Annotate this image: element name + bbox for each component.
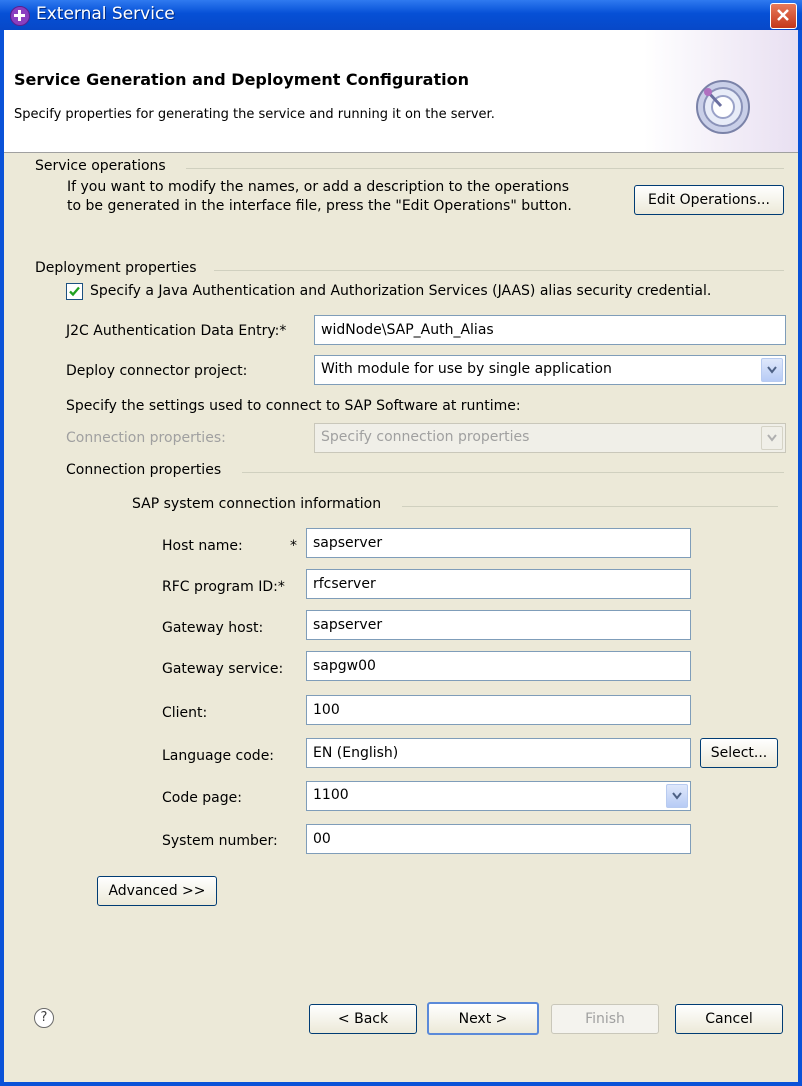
chevron-down-icon	[761, 426, 783, 450]
gateway-host-label: Gateway host:	[162, 620, 264, 636]
checkmark-icon	[69, 286, 80, 297]
j2c-authentication-input[interactable]	[314, 315, 786, 345]
required-marker: *	[279, 323, 287, 339]
code-page-select[interactable]: 1100	[306, 781, 691, 811]
language-code-input[interactable]	[306, 738, 691, 768]
connection-properties-select: Specify connection properties	[314, 423, 786, 453]
wizard-banner: Service Generation and Deployment Config…	[4, 30, 798, 153]
deployment-properties-group-label: Deployment properties	[35, 260, 197, 276]
gateway-service-label: Gateway service:	[162, 661, 284, 677]
system-number-input[interactable]	[306, 824, 691, 854]
finish-button: Finish	[551, 1004, 659, 1034]
code-page-label: Code page:	[162, 790, 242, 806]
connection-properties-group-label: Connection properties	[66, 462, 222, 478]
chevron-down-icon[interactable]	[666, 784, 688, 808]
jaas-checkbox[interactable]	[66, 283, 83, 300]
chevron-down-icon[interactable]	[761, 358, 783, 382]
service-operations-instruction-2: to be generated in the interface file, p…	[67, 198, 572, 214]
language-code-label: Language code:	[162, 748, 275, 764]
back-button[interactable]: < Back	[309, 1004, 417, 1034]
group-divider	[242, 472, 784, 473]
code-page-value: 1100	[313, 787, 349, 803]
required-marker: *	[277, 579, 285, 595]
app-icon	[10, 6, 30, 26]
service-operations-instruction-1: If you want to modify the names, or add …	[67, 179, 570, 195]
window-title: External Service	[36, 4, 175, 24]
connection-properties-value: Specify connection properties	[321, 429, 530, 445]
edit-operations-button[interactable]: Edit Operations...	[634, 185, 784, 215]
page-description: Specify properties for generating the se…	[14, 107, 495, 122]
page-title: Service Generation and Deployment Config…	[14, 70, 469, 89]
system-number-label: System number:	[162, 833, 278, 849]
wizard-body: Service Generation and Deployment Config…	[4, 30, 798, 1082]
select-language-button[interactable]: Select...	[700, 738, 778, 768]
wizard-window: External Service Service Generation and …	[0, 0, 802, 1086]
gateway-service-input[interactable]	[306, 651, 691, 681]
cancel-button[interactable]: Cancel	[675, 1004, 783, 1034]
close-icon	[777, 9, 789, 21]
group-divider	[402, 506, 778, 507]
help-icon[interactable]: ?	[34, 1008, 54, 1028]
advanced-button[interactable]: Advanced >>	[97, 876, 217, 906]
required-marker: *	[290, 538, 297, 554]
client-input[interactable]	[306, 695, 691, 725]
rfc-program-id-input[interactable]	[306, 569, 691, 599]
sap-connection-group-label: SAP system connection information	[132, 496, 382, 512]
wizard-banner-icon	[696, 80, 750, 134]
next-button[interactable]: Next >	[427, 1002, 539, 1035]
jaas-checkbox-label: Specify a Java Authentication and Author…	[90, 283, 712, 299]
client-label: Client:	[162, 705, 208, 721]
group-divider	[214, 270, 784, 271]
deploy-connector-select[interactable]: With module for use by single applicatio…	[314, 355, 786, 385]
runtime-settings-note: Specify the settings used to connect to …	[66, 398, 521, 414]
gateway-host-input[interactable]	[306, 610, 691, 640]
rfc-program-id-label: RFC program ID:*	[162, 579, 285, 595]
j2c-label: J2C Authentication Data Entry:*	[66, 323, 287, 339]
host-name-input[interactable]	[306, 528, 691, 558]
connection-properties-label: Connection properties:	[66, 430, 226, 446]
close-button[interactable]	[770, 3, 797, 29]
deploy-connector-label: Deploy connector project:	[66, 363, 248, 379]
host-name-label: Host name:	[162, 538, 243, 554]
deploy-connector-value: With module for use by single applicatio…	[321, 361, 612, 377]
title-bar: External Service	[0, 0, 802, 30]
service-operations-group-label: Service operations	[35, 158, 166, 174]
group-divider	[186, 168, 784, 169]
